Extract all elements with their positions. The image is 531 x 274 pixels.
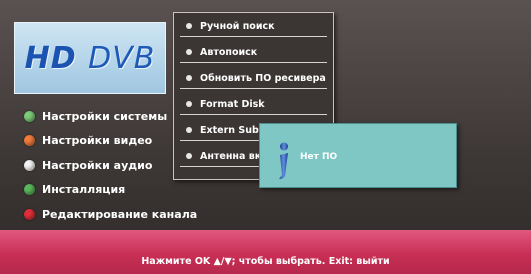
logo-brand-main: HD bbox=[24, 40, 77, 76]
submenu-item-label: Обновить ПО ресивера bbox=[200, 72, 326, 84]
submenu-item-format-disk[interactable]: Format Disk bbox=[174, 91, 333, 117]
menu-item-label: Настройки видео bbox=[42, 134, 153, 148]
green-dot-icon bbox=[24, 110, 35, 122]
orange-dot-icon bbox=[24, 135, 35, 147]
menu-item-installation[interactable]: Инсталляция bbox=[24, 178, 197, 203]
menu-item-label: Инсталляция bbox=[42, 183, 126, 197]
green-dot-icon bbox=[24, 184, 35, 196]
footer-hint-bar: Нажмите OK ▲/▼; чтобы выбрать. Exit: вый… bbox=[0, 230, 531, 274]
submenu-item-label: Автопоиск bbox=[200, 46, 258, 58]
popup-message: Нет ПО bbox=[300, 152, 338, 162]
menu-item-system-settings[interactable]: Настройки системы bbox=[24, 104, 197, 129]
bullet-icon bbox=[186, 127, 192, 133]
menu-item-label: Редактирование канала bbox=[42, 207, 198, 221]
bullet-icon bbox=[186, 75, 192, 81]
bullet-icon bbox=[186, 23, 192, 29]
submenu-item-manual-search[interactable]: Ручной поиск bbox=[174, 13, 333, 39]
submenu-item-label: Format Disk bbox=[200, 98, 265, 110]
submenu-item-firmware-update[interactable]: Обновить ПО ресивера bbox=[174, 65, 333, 91]
red-dot-icon bbox=[24, 208, 35, 220]
menu-item-label: Настройки системы bbox=[42, 109, 168, 123]
info-popup: Нет ПО bbox=[259, 123, 457, 188]
hd-dvb-logo: HD DVB bbox=[14, 22, 166, 94]
white-dot-icon bbox=[24, 159, 35, 171]
bullet-icon bbox=[186, 153, 192, 159]
main-menu: Настройки системы Настройки видео Настро… bbox=[24, 104, 197, 227]
logo-brand-sub: DVB bbox=[88, 40, 156, 76]
menu-item-audio-settings[interactable]: Настройки аудио bbox=[24, 153, 197, 178]
menu-item-label: Настройки аудио bbox=[42, 158, 153, 172]
submenu-item-label: Ручной поиск bbox=[200, 20, 275, 32]
menu-item-video-settings[interactable]: Настройки видео bbox=[24, 129, 197, 154]
menu-item-channel-edit[interactable]: Редактирование канала bbox=[24, 202, 197, 227]
bullet-icon bbox=[186, 101, 192, 107]
bullet-icon bbox=[186, 49, 192, 55]
info-icon bbox=[279, 142, 288, 179]
logo-text: HD DVB bbox=[25, 41, 156, 76]
footer-hint: Нажмите OK ▲/▼; чтобы выбрать. Exit: вый… bbox=[141, 256, 390, 267]
submenu-item-auto-search[interactable]: Автопоиск bbox=[174, 39, 333, 65]
